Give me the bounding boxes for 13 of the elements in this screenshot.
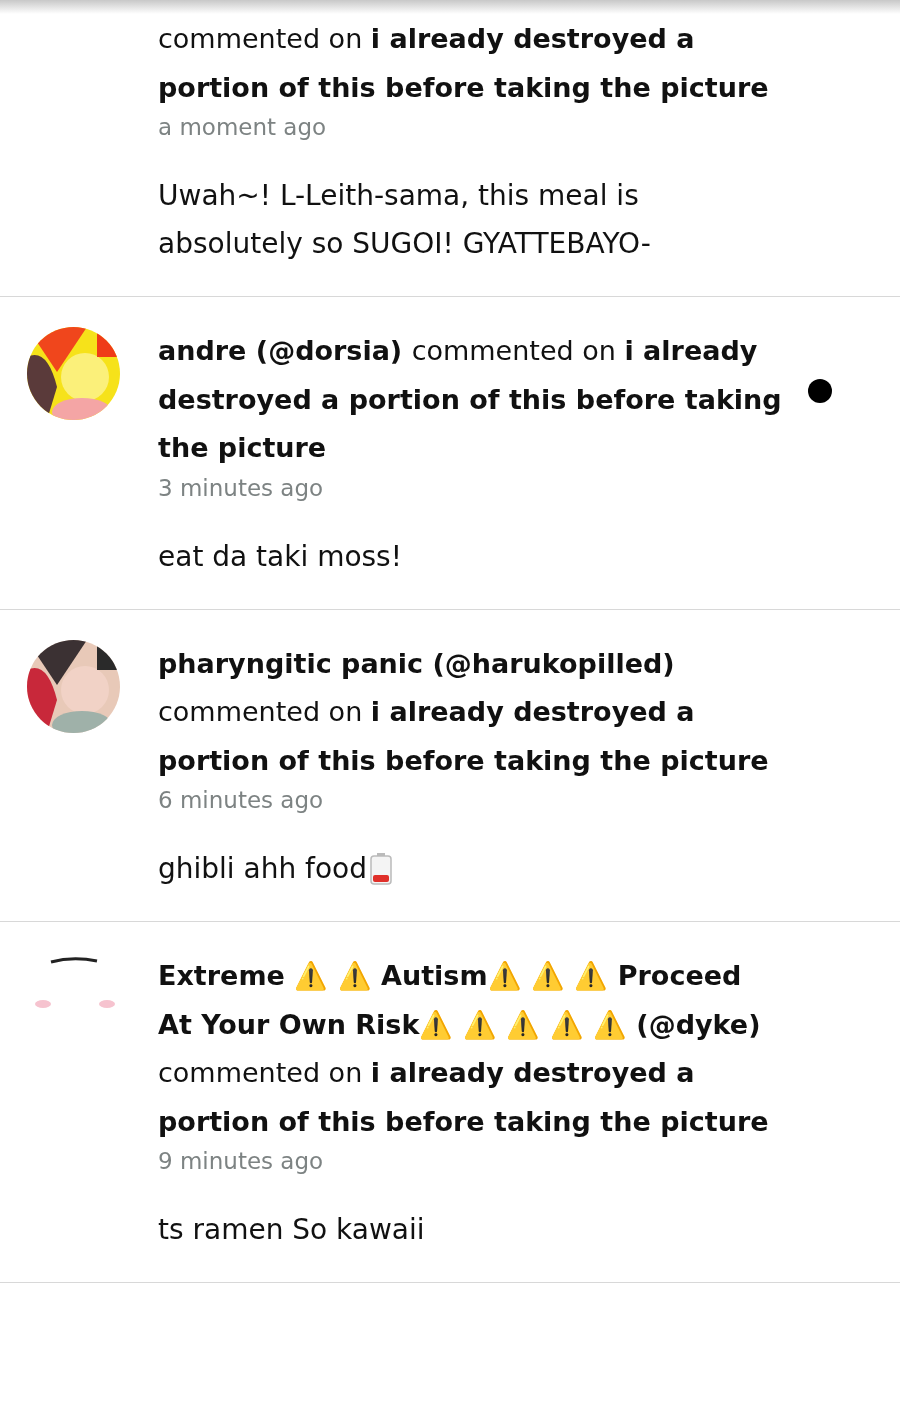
- notification-text: commented on i already destroyed a portion of this before taking the picture: [158, 22, 770, 105]
- notification-text: Extreme ⚠ ⚠ Autism⚠ ⚠ ⚠ Proceed At Your Own Risk⚠ ⚠ ⚠ ⚠ ⚠ (@dyke) commented on i already destroyed a portion of this before taking the picture: [158, 959, 770, 1139]
- comment-text: ts ramen So kawaii: [158, 1212, 425, 1248]
- battery-icon: [369, 853, 393, 885]
- timestamp: 9 minutes ago: [158, 1148, 324, 1174]
- comment-text: ghibli ahh food: [158, 851, 367, 887]
- comment-text: eat da taki moss!: [158, 538, 402, 575]
- timestamp: a moment ago: [158, 114, 327, 140]
- timestamp: 6 minutes ago: [158, 787, 324, 813]
- timestamp: 3 minutes ago: [158, 474, 324, 501]
- notification-text: pharyngitic panic (@harukopilled) commented on i already destroyed a portion of this before taking the picture: [158, 646, 770, 778]
- notification-text: andre (@dorsia) commented on i already destroyed a portion of this before taking the picture: [158, 334, 782, 465]
- comment-text: Uwah~! L-Leith-sama, this meal is absolutely so SUGOI! GYATTEBAYO-: [158, 178, 652, 262]
